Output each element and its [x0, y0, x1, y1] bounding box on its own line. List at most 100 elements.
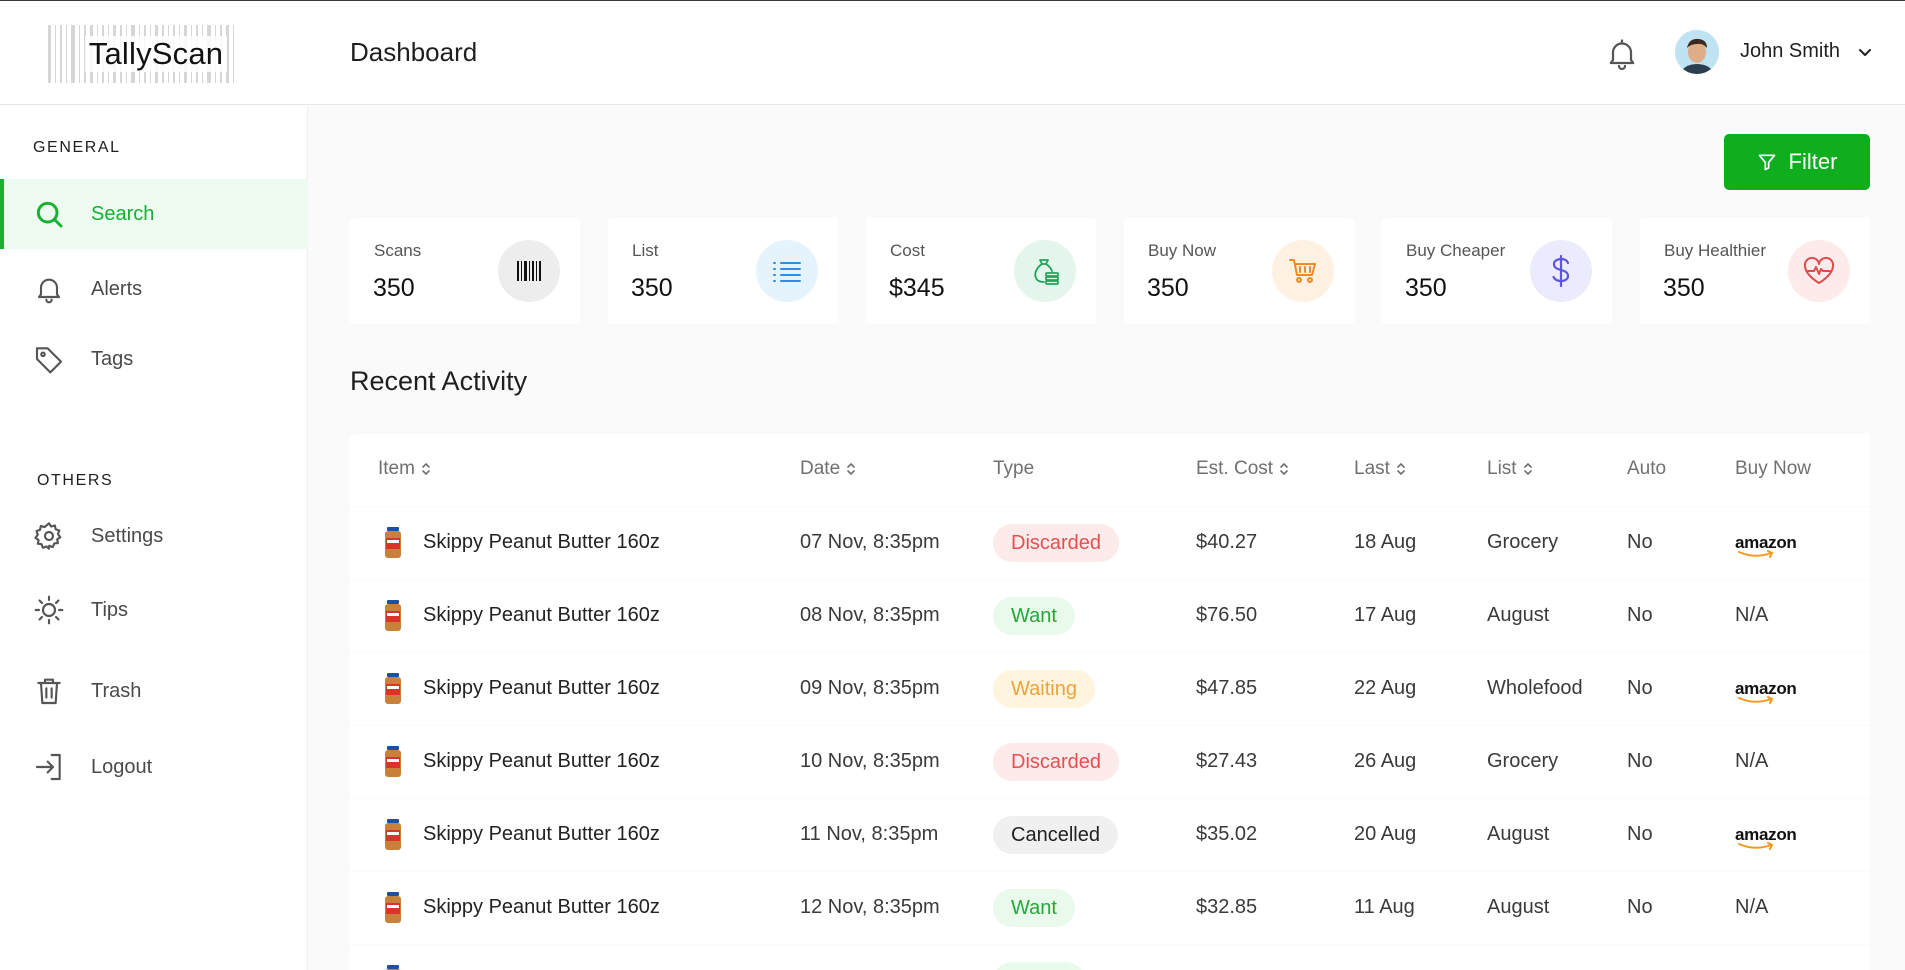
- stat-value: 350: [1663, 274, 1705, 302]
- column-header-date[interactable]: Date: [800, 458, 856, 480]
- page-title: Dashboard: [350, 37, 478, 67]
- product-thumbnail: [385, 892, 401, 923]
- last-cell: 22 Aug: [1354, 677, 1417, 699]
- stat-value: 350: [631, 274, 673, 302]
- stat-label: Cost: [890, 241, 925, 260]
- sidebar-item-label: Tags: [91, 347, 134, 370]
- sidebar-item-settings[interactable]: Settings: [0, 501, 308, 571]
- status-badge: Want: [993, 889, 1075, 927]
- product-thumbnail: [385, 965, 401, 970]
- column-header-list[interactable]: List: [1487, 458, 1533, 480]
- item-name: Skippy Peanut Butter 160z: [423, 750, 660, 772]
- user-avatar[interactable]: [1675, 30, 1719, 74]
- trash-icon: [37, 678, 61, 705]
- table-row[interactable]: Skippy Peanut Butter 160z 10 Nov, 8:35pm…: [350, 726, 1870, 798]
- sidebar-item-label: Alerts: [91, 277, 143, 300]
- list-cell: Grocery: [1487, 750, 1559, 772]
- gear-icon: [34, 522, 62, 550]
- sidebar-item-label: Trash: [91, 679, 142, 702]
- status-badge: Want: [993, 597, 1075, 635]
- column-header-est-cost[interactable]: Est. Cost: [1196, 458, 1289, 480]
- cost-cell: $27.43: [1196, 750, 1258, 772]
- notification-bell-icon[interactable]: [1604, 34, 1640, 74]
- table-row[interactable]: Skippy Peanut Butter 160z 11 Nov, 8:35pm…: [350, 799, 1870, 871]
- list-cell: August: [1487, 604, 1550, 626]
- last-cell: 11 Aug: [1354, 896, 1415, 918]
- status-badge: Cancelled: [993, 816, 1118, 854]
- date-cell: 12 Nov, 8:35pm: [800, 896, 940, 918]
- item-name: Skippy Peanut Butter 160z: [423, 896, 660, 918]
- stat-value: 350: [1147, 274, 1189, 302]
- sidebar-item-label: Search: [91, 202, 155, 225]
- sun-icon: [34, 595, 64, 625]
- amazon-logo-link[interactable]: amazon: [1735, 825, 1797, 850]
- sidebar-item-tips[interactable]: Tips: [0, 575, 308, 645]
- top-header: TallyScan Dashboard John Smith: [0, 0, 1905, 105]
- cost-cell: $40.27: [1196, 531, 1258, 553]
- last-cell: 26 Aug: [1354, 750, 1417, 772]
- app-logo[interactable]: TallyScan: [48, 25, 264, 83]
- auto-cell: No: [1627, 531, 1653, 553]
- sort-icon: [847, 462, 855, 476]
- auto-cell: No: [1627, 896, 1653, 918]
- list-icon: [756, 240, 818, 302]
- cost-cell: $76.50: [1196, 604, 1258, 626]
- item-name: Skippy Peanut Butter 160z: [423, 677, 660, 699]
- table-row[interactable]: Skippy Peanut Butter 160z 07 Nov, 8:35pm…: [350, 507, 1870, 579]
- table-row[interactable]: Skippy Peanut Butter 160z 09 Nov, 8:35pm…: [350, 653, 1870, 725]
- sort-icon: [1280, 462, 1288, 476]
- section-label-others: OTHERS: [37, 472, 114, 489]
- table-row[interactable]: Skippy Peanut Butter 160z 12 Nov, 8:35pm…: [350, 872, 1870, 944]
- amazon-logo-link[interactable]: amazon: [1735, 533, 1797, 558]
- auto-cell: No: [1627, 823, 1653, 845]
- table-header: Item Date Type Est. Cost Last List Auto …: [350, 434, 1870, 506]
- list-cell: Grocery: [1487, 531, 1559, 553]
- amazon-logo-link[interactable]: amazon: [1735, 679, 1797, 704]
- sidebar-item-logout[interactable]: Logout: [0, 732, 308, 802]
- stat-label: List: [632, 241, 659, 260]
- cart-icon: [1272, 240, 1334, 302]
- sidebar-item-label: Settings: [91, 524, 164, 547]
- section-label-general: GENERAL: [33, 139, 121, 156]
- filter-label: Filter: [1788, 149, 1838, 174]
- section-title-recent-activity: Recent Activity: [350, 366, 528, 396]
- status-badge: [993, 962, 1085, 970]
- stat-label: Buy Healthier: [1664, 241, 1767, 260]
- stat-label: Buy Cheaper: [1406, 241, 1506, 260]
- column-header-item[interactable]: Item: [378, 458, 431, 480]
- user-name[interactable]: John Smith: [1740, 40, 1840, 63]
- stat-card-scans[interactable]: Scans 350: [350, 218, 580, 324]
- column-header-last[interactable]: Last: [1354, 458, 1406, 480]
- table-row[interactable]: Skippy Peanut Butter 160z 08 Nov, 8:35pm…: [350, 580, 1870, 652]
- search-icon: [36, 201, 63, 228]
- stat-card-buy-healthier[interactable]: Buy Healthier 350: [1640, 218, 1870, 324]
- heart-pulse-icon: [1788, 240, 1850, 302]
- product-thumbnail: [385, 819, 401, 850]
- stat-card-buy-now[interactable]: Buy Now 350: [1124, 218, 1354, 324]
- filter-button[interactable]: Filter: [1724, 134, 1870, 190]
- stat-card-list[interactable]: List 350: [608, 218, 838, 324]
- list-cell: Wholefood: [1487, 677, 1583, 699]
- cost-cell: $47.85: [1196, 677, 1258, 699]
- auto-cell: No: [1627, 677, 1653, 699]
- date-cell: 09 Nov, 8:35pm: [800, 677, 940, 699]
- table-row[interactable]: [350, 945, 1870, 970]
- sort-icon: [1523, 462, 1532, 476]
- sidebar: GENERAL Search Alerts Tags OTHERS Settin…: [0, 106, 308, 970]
- sidebar-item-trash[interactable]: Trash: [0, 656, 308, 726]
- last-cell: 17 Aug: [1354, 604, 1417, 626]
- stat-card-cost[interactable]: Cost $345: [866, 218, 1096, 324]
- column-header-auto: Auto: [1627, 458, 1667, 479]
- status-badge: Discarded: [993, 743, 1120, 781]
- dollar-icon: [1530, 240, 1592, 302]
- sort-icon: [422, 462, 430, 476]
- recent-activity-table: Item Date Type Est. Cost Last List Auto …: [350, 434, 1870, 970]
- sidebar-item-alerts[interactable]: Alerts: [0, 254, 308, 324]
- stat-value: $345: [889, 274, 945, 302]
- sidebar-item-tags[interactable]: Tags: [0, 324, 308, 394]
- stat-card-buy-cheaper[interactable]: Buy Cheaper 350: [1382, 218, 1612, 324]
- sidebar-item-search[interactable]: Search: [0, 179, 308, 249]
- item-name: Skippy Peanut Butter 160z: [423, 604, 660, 626]
- tag-icon: [35, 347, 63, 374]
- chevron-down-icon[interactable]: [1857, 44, 1873, 60]
